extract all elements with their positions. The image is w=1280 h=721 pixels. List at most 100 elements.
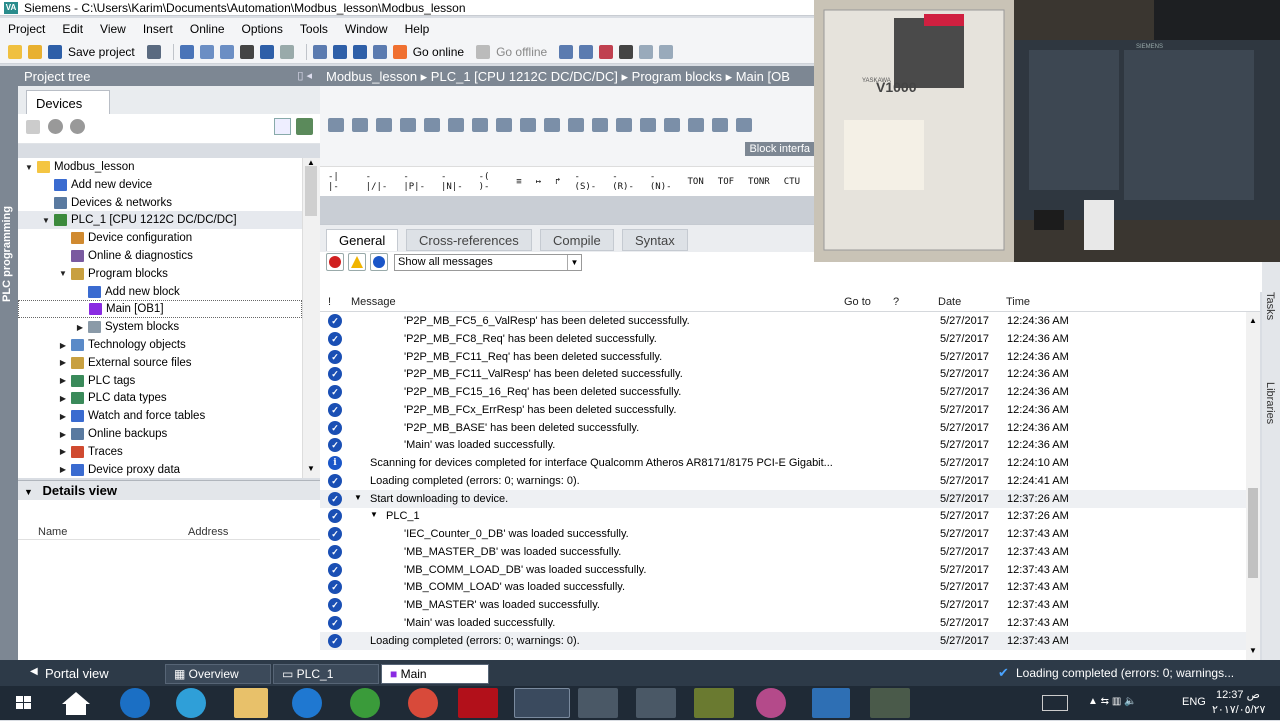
col-goto[interactable]: Go to [844, 296, 871, 308]
ladder-instruction[interactable]: -(S)- [575, 172, 599, 192]
message-row[interactable]: ✓ 'P2P_MB_FCx_ErrResp' has been deleted s… [320, 401, 1260, 419]
copy-icon[interactable] [199, 44, 214, 59]
tool-icon[interactable] [592, 118, 608, 132]
message-row[interactable]: ✓ 'P2P_MB_FC11_Req' has been deleted succ… [320, 348, 1260, 366]
info-filter-icon[interactable] [370, 253, 388, 271]
compile-icon[interactable] [312, 44, 327, 59]
dropdown-arrow-icon[interactable]: ▼ [567, 255, 581, 270]
chevron-left-icon[interactable]: ◀ [30, 666, 38, 677]
tree-item[interactable]: ▶ Traces [18, 443, 302, 461]
status-message[interactable]: Loading completed (errors: 0; warnings..… [1016, 666, 1234, 680]
scroll-up-icon[interactable]: ▲ [1249, 316, 1257, 325]
tree-item[interactable]: ▶ Watch and force tables [18, 407, 302, 425]
project-tree-scrollbar[interactable]: ▲ ▼ [302, 158, 320, 478]
menu-options[interactable]: Options [242, 22, 283, 36]
forward-icon[interactable] [70, 119, 85, 134]
utorrent-icon[interactable] [350, 688, 380, 718]
message-row[interactable]: ✓ ▼ Start downloading to device. 5/27/2017 1… [320, 489, 1260, 508]
message-row[interactable]: ✓ 'IEC_Counter_0_DB' was loaded successfu… [320, 525, 1260, 543]
message-filter-select[interactable]: Show all messages ▼ [394, 254, 582, 271]
start-button[interactable] [4, 688, 42, 718]
tree-item[interactable]: ▶ System blocks [18, 318, 302, 336]
simatic-icon[interactable] [578, 688, 618, 718]
tasks-tab[interactable]: Tasks [1264, 292, 1276, 320]
tool-icon[interactable] [616, 118, 632, 132]
app-icon[interactable] [870, 688, 910, 718]
message-row[interactable]: ✓ 'P2P_MB_FC15_16_Req' has been deleted s… [320, 383, 1260, 401]
delete-icon[interactable] [239, 44, 254, 59]
tree-item[interactable]: Online & diagnostics [18, 247, 302, 265]
details-view-header[interactable]: ▼ Details view [18, 480, 320, 500]
tray-icons[interactable]: ▲ ⇆ ▥ 🔈 [1088, 696, 1137, 707]
ladder-instruction[interactable]: TONR [748, 177, 770, 187]
cross-reference-icon[interactable] [619, 44, 634, 59]
message-row[interactable]: ✓ 'MB_COMM_LOAD' was loaded successfully.… [320, 578, 1260, 596]
tree-item[interactable]: ▶ External source files [18, 354, 302, 372]
collapsed-caret-icon[interactable]: ▶ [58, 376, 68, 385]
message-row[interactable]: ✓ 'MB_MASTER_DB' was loaded successfully.… [320, 543, 1260, 561]
tree-item[interactable]: ▶ PLC data types [18, 389, 302, 407]
pin-icon[interactable]: ▯ ◂ [297, 69, 312, 82]
menu-edit[interactable]: Edit [62, 22, 83, 36]
tree-item[interactable]: Add new block [18, 283, 302, 301]
split-horizontal-icon[interactable] [639, 44, 654, 59]
tool-icon[interactable] [640, 118, 656, 132]
delete-network-icon[interactable] [352, 118, 368, 132]
tree-item[interactable]: ▼ Modbus_lesson [18, 158, 302, 176]
message-row[interactable]: ✓ Loading completed (errors: 0; warnings:… [320, 472, 1260, 490]
menu-help[interactable]: Help [405, 22, 430, 36]
clock-time[interactable]: 12:37 ص [1216, 688, 1260, 701]
ladder-instruction[interactable]: ↱ [555, 177, 560, 187]
tool-icon[interactable] [568, 118, 584, 132]
accessible-devices-icon[interactable] [559, 44, 574, 59]
col-question[interactable]: ? [893, 296, 899, 308]
message-row[interactable]: ✓ 'P2P_MB_FC8_Req' has been deleted succe… [320, 330, 1260, 348]
expanded-caret-icon[interactable]: ▼ [58, 269, 68, 278]
ladder-instruction[interactable]: -|N|- [441, 172, 465, 192]
download-icon[interactable] [332, 44, 347, 59]
message-row[interactable]: ✓ 'P2P_MB_FC5_6_ValResp' has been deleted… [320, 312, 1260, 330]
message-row[interactable]: ✓ ▼ PLC_1 5/27/2017 12:37:26 AM [320, 507, 1260, 525]
menu-window[interactable]: Window [345, 22, 388, 36]
message-row[interactable]: i Scanning for devices completed for inte… [320, 454, 1260, 472]
expand-caret-icon[interactable]: ▼ [370, 510, 378, 519]
tool-icon[interactable] [520, 118, 536, 132]
back-icon[interactable] [48, 119, 63, 134]
tab-syntax[interactable]: Syntax [622, 229, 688, 251]
message-row[interactable]: ✓ 'P2P_MB_FC11_ValResp' has been deleted … [320, 365, 1260, 383]
redo-icon[interactable] [279, 44, 294, 59]
app-icon[interactable] [176, 688, 206, 718]
tab-overview[interactable]: ▦ Overview [165, 664, 271, 684]
sync-icon[interactable] [296, 118, 313, 135]
tia-portal-icon[interactable] [514, 688, 570, 718]
ladder-instruction[interactable]: ≡ [516, 177, 521, 187]
paste-icon[interactable] [219, 44, 234, 59]
tab-cross-references[interactable]: Cross-references [406, 229, 532, 251]
insert-network-icon[interactable] [328, 118, 344, 132]
collapsed-caret-icon[interactable]: ▶ [58, 447, 68, 456]
col-date[interactable]: Date [938, 296, 961, 308]
internet-explorer-icon[interactable] [292, 688, 322, 718]
col-message[interactable]: Message [351, 296, 396, 308]
menu-insert[interactable]: Insert [143, 22, 173, 36]
tree-item[interactable]: Devices & networks [18, 194, 302, 212]
tool-icon[interactable] [544, 118, 560, 132]
tab-general[interactable]: General [326, 229, 399, 251]
menu-project[interactable]: Project [8, 22, 45, 36]
plcsim-icon[interactable] [636, 688, 676, 718]
save-project-button[interactable]: Save project [68, 45, 135, 59]
tree-item[interactable]: ▼ Program blocks [18, 265, 302, 283]
message-row[interactable]: ✓ 'MB_COMM_LOAD_DB' was loaded successful… [320, 561, 1260, 579]
col-indicator[interactable]: ! [328, 296, 331, 308]
pdf-reader-icon[interactable] [458, 688, 498, 718]
skype-icon[interactable] [120, 688, 150, 718]
ladder-instruction[interactable]: ↦ [536, 177, 541, 187]
cut-icon[interactable] [179, 44, 194, 59]
tree-item[interactable]: Device configuration [18, 229, 302, 247]
tree-item[interactable]: Main [OB1] [18, 300, 302, 319]
col-name[interactable]: Name [38, 526, 67, 538]
go-online-icon[interactable] [392, 44, 407, 59]
menu-tools[interactable]: Tools [300, 22, 328, 36]
error-filter-icon[interactable] [326, 253, 344, 271]
tool-icon[interactable] [712, 118, 728, 132]
